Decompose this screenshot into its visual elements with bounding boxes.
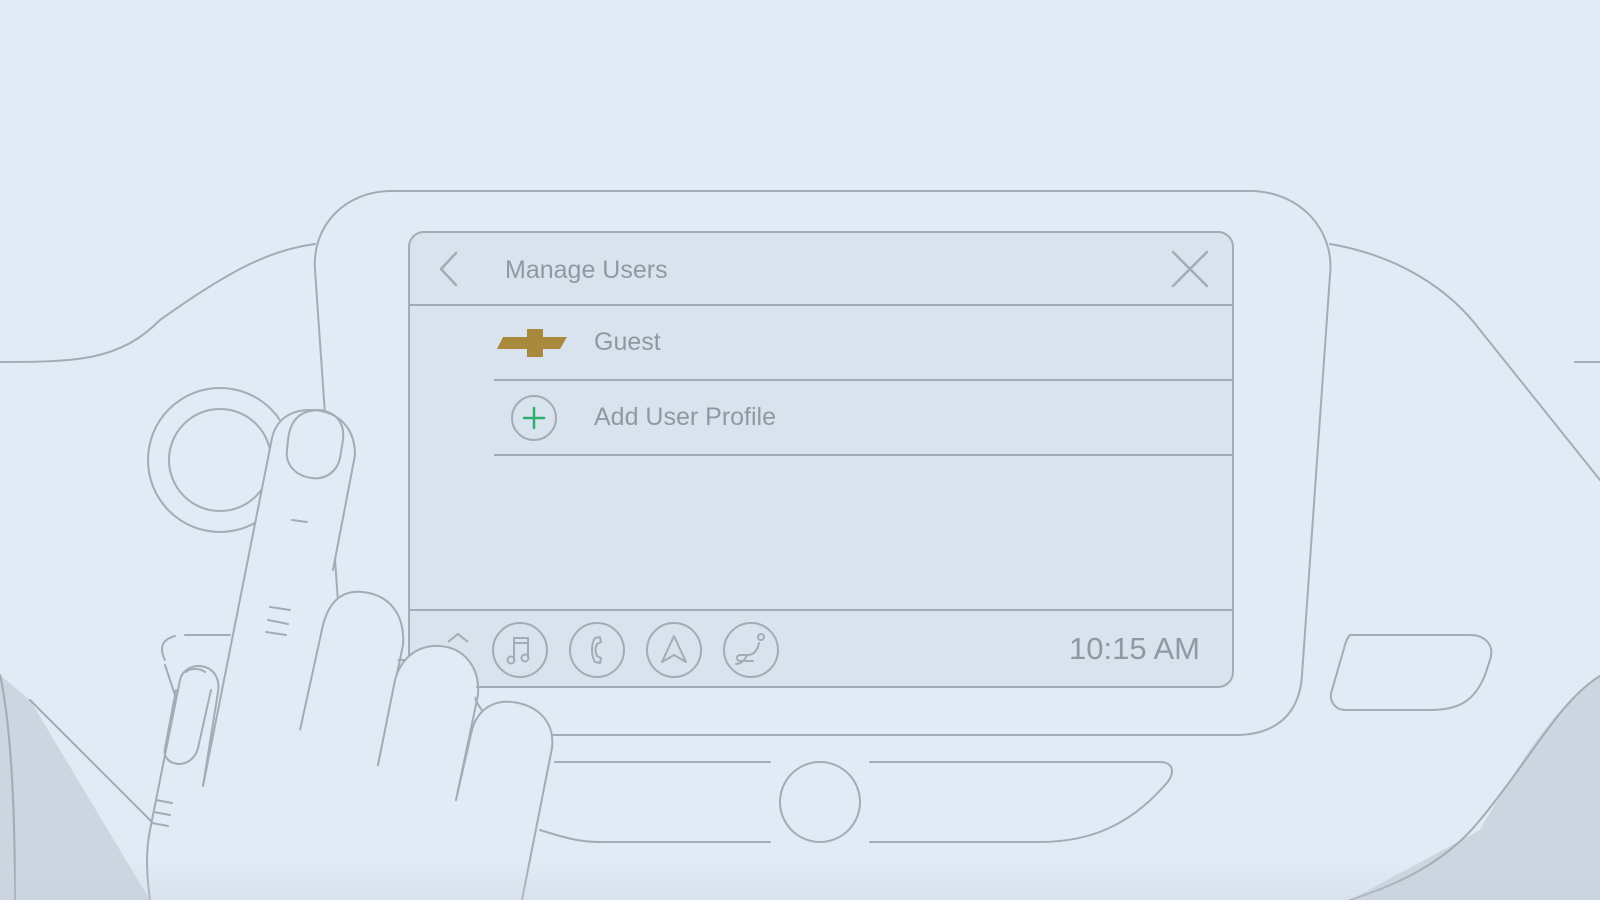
back-button[interactable] <box>430 247 470 291</box>
user-row-guest[interactable]: Guest <box>494 306 1232 381</box>
navigation-icon <box>646 622 702 678</box>
navigation-button[interactable] <box>646 622 702 678</box>
phone-icon <box>569 622 625 678</box>
bowtie-logo-icon <box>497 329 567 357</box>
clock-display: 10:15 AM <box>1069 631 1200 666</box>
home-icon <box>447 633 469 643</box>
close-icon <box>1171 250 1209 288</box>
plus-circle-icon <box>511 395 557 441</box>
infotainment-screen: Manage Users Guest Add User Profile 10:1… <box>408 231 1234 688</box>
screen-header: Manage Users <box>410 233 1232 306</box>
home-button[interactable] <box>430 622 486 678</box>
phone-button[interactable] <box>569 622 625 678</box>
add-user-profile-row[interactable]: Add User Profile <box>494 381 1232 456</box>
page-title: Manage Users <box>505 256 668 284</box>
scene-stage: Manage Users Guest Add User Profile 10:1… <box>0 0 1600 900</box>
chevron-left-icon <box>439 251 458 287</box>
user-name-guest: Guest <box>594 328 661 356</box>
bottom-dock: 10:15 AM <box>410 609 1232 686</box>
climate-seat-button[interactable] <box>723 622 779 678</box>
seat-icon <box>723 622 779 678</box>
close-button[interactable] <box>1168 247 1212 291</box>
music-icon <box>492 622 548 678</box>
music-button[interactable] <box>492 622 548 678</box>
add-user-profile-label: Add User Profile <box>594 403 777 431</box>
